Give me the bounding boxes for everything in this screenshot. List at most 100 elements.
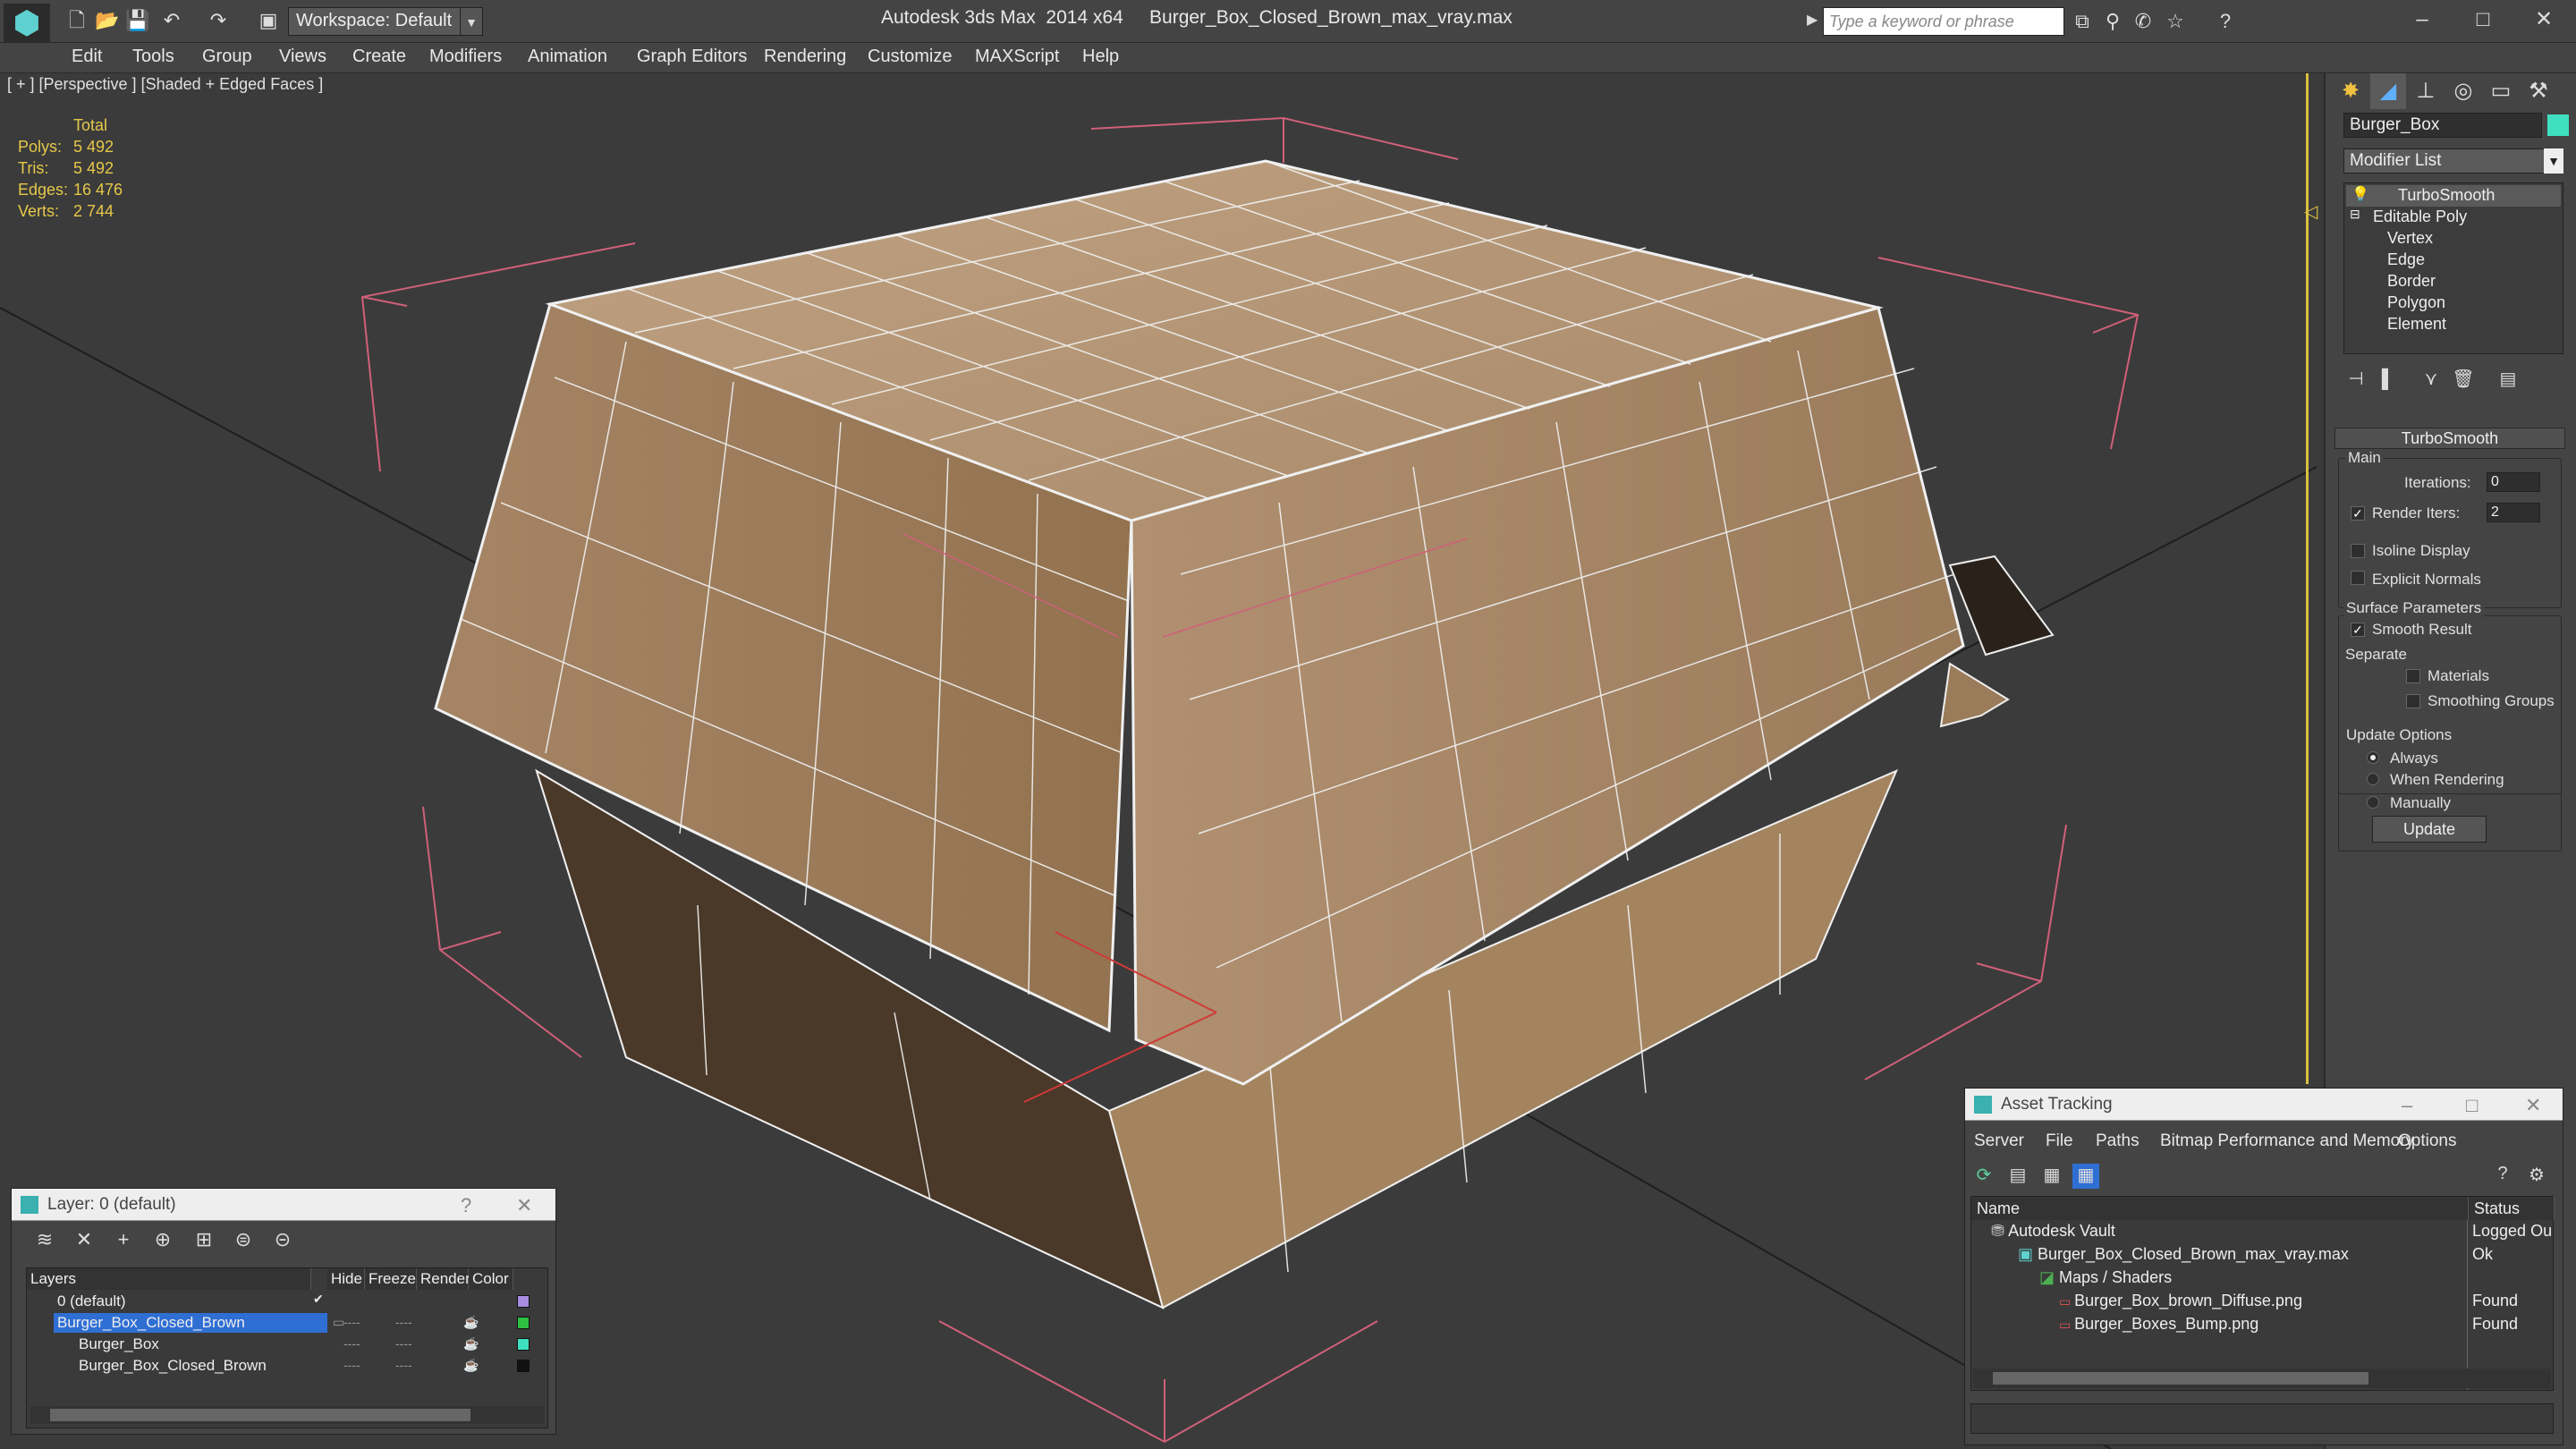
- configure-sets-icon[interactable]: ▤: [2490, 361, 2526, 397]
- viewport-label[interactable]: [ + ] [Perspective ] [Shaded + Edged Fac…: [7, 75, 323, 94]
- smoothing-groups-checkbox[interactable]: [2406, 694, 2420, 708]
- render-column-header[interactable]: Render: [417, 1268, 470, 1290]
- bulb-icon[interactable]: 💡: [2351, 185, 2369, 203]
- save-icon[interactable]: 💾: [125, 9, 150, 32]
- menu-bitmap-performance[interactable]: Bitmap Performance and Memory: [2160, 1131, 2414, 1151]
- refresh-icon[interactable]: ⟳: [1970, 1164, 1997, 1189]
- menu-graph-editors[interactable]: Graph Editors: [637, 47, 747, 67]
- remove-modifier-icon[interactable]: 🗑: [2445, 361, 2481, 397]
- menu-animation[interactable]: Animation: [528, 47, 607, 67]
- render-iters-checkbox[interactable]: ✓: [2351, 506, 2365, 521]
- menu-edit[interactable]: Edit: [72, 47, 102, 67]
- list-view-icon[interactable]: ▤: [2004, 1164, 2031, 1189]
- table-row[interactable]: ▣ Burger_Box_Closed_Brown_max_vray.max: [2018, 1245, 2349, 1267]
- stack-item-editable-poly[interactable]: Editable Poly: [2373, 208, 2467, 226]
- close-icon[interactable]: ✕: [2515, 4, 2572, 36]
- render-teapot-icon[interactable]: ☕: [463, 1358, 479, 1373]
- delete-layer-icon[interactable]: ✕: [71, 1228, 97, 1253]
- render-teapot-icon[interactable]: ☕: [463, 1336, 479, 1352]
- minimize-icon[interactable]: –: [2394, 4, 2451, 36]
- render-teapot-icon[interactable]: ☕: [463, 1315, 479, 1330]
- hide-column-header[interactable]: Hide: [327, 1268, 365, 1290]
- stack-subobject-edge[interactable]: Edge: [2387, 250, 2425, 269]
- layer-name[interactable]: 0 (default): [54, 1292, 130, 1311]
- layer-row[interactable]: 0 (default) ✔: [27, 1292, 547, 1313]
- when-rendering-radio[interactable]: [2367, 773, 2379, 785]
- hide-toggle[interactable]: ----: [343, 1358, 360, 1372]
- modifier-stack[interactable]: 💡 TurboSmooth ⊟ Editable Poly Vertex Edg…: [2343, 182, 2563, 354]
- render-iters-spinner[interactable]: 2: [2487, 503, 2540, 522]
- layers-icon[interactable]: ≋: [31, 1228, 58, 1253]
- object-name[interactable]: Burger_Box: [75, 1335, 163, 1354]
- object-name[interactable]: Burger_Box_Closed_Brown: [75, 1356, 270, 1376]
- search-input[interactable]: Type a keyword or phrase: [1823, 7, 2064, 36]
- table-row[interactable]: ▭ Burger_Boxes_Bump.png: [2059, 1315, 2258, 1336]
- freeze-column-header[interactable]: Freeze: [365, 1268, 417, 1290]
- asset-window-title[interactable]: Asset Tracking – □ ✕: [1965, 1089, 2563, 1121]
- menu-file[interactable]: File: [2046, 1131, 2073, 1151]
- table-row[interactable]: ⛃ Autodesk Vault: [1991, 1222, 2115, 1243]
- hide-all-layers-icon[interactable]: ⊝: [269, 1228, 296, 1253]
- collapse-minus-icon[interactable]: ⊟: [2350, 207, 2360, 222]
- layer-color-swatch[interactable]: [517, 1295, 530, 1308]
- motion-tab-icon[interactable]: ◎: [2445, 73, 2481, 109]
- scrollbar-thumb[interactable]: [50, 1409, 470, 1421]
- object-name-field[interactable]: Burger_Box: [2343, 113, 2542, 138]
- layer-window-title[interactable]: Layer: 0 (default) ? ✕: [12, 1189, 555, 1221]
- select-in-layer-icon[interactable]: ⊞: [191, 1228, 217, 1253]
- workspace-dropdown[interactable]: Workspace: Default: [288, 7, 483, 36]
- update-button[interactable]: Update: [2372, 816, 2487, 843]
- stack-subobject-border[interactable]: Border: [2387, 272, 2436, 291]
- layer-name[interactable]: Burger_Box_Closed_Brown: [54, 1313, 327, 1333]
- binoculars-icon[interactable]: ⧉: [2070, 9, 2095, 34]
- chevron-down-icon[interactable]: ▼: [460, 7, 483, 36]
- menu-create[interactable]: Create: [352, 47, 406, 67]
- minimize-icon[interactable]: –: [2402, 1094, 2412, 1117]
- new-file-icon[interactable]: 🗋: [64, 9, 89, 32]
- active-layer-check-icon[interactable]: ✔: [313, 1292, 324, 1307]
- iterations-spinner[interactable]: 0: [2487, 472, 2540, 492]
- pin-stack-icon[interactable]: ⊣: [2338, 361, 2374, 397]
- close-icon[interactable]: ✕: [2525, 1094, 2541, 1117]
- scrollbar-thumb[interactable]: [1993, 1372, 2368, 1385]
- show-end-result-icon[interactable]: ▌: [2370, 361, 2406, 397]
- add-to-layer-icon[interactable]: ⊕: [149, 1228, 176, 1253]
- freeze-toggle[interactable]: ----: [395, 1336, 412, 1351]
- status-column-header[interactable]: Status: [2469, 1197, 2555, 1220]
- layer-row[interactable]: Burger_Box_Closed_Brown ---- ---- ☕: [27, 1356, 547, 1377]
- isoline-display-checkbox[interactable]: [2351, 544, 2365, 558]
- layer-row[interactable]: Burger_Box ---- ---- ☕: [27, 1335, 547, 1356]
- freeze-toggle[interactable]: ----: [395, 1315, 412, 1329]
- undo-icon[interactable]: ↶: [159, 9, 184, 32]
- object-color-swatch[interactable]: [2547, 114, 2569, 136]
- color-column-header[interactable]: Color: [469, 1268, 513, 1290]
- menu-group[interactable]: Group: [202, 47, 252, 67]
- modifier-list-dropdown[interactable]: Modifier List: [2343, 148, 2562, 174]
- turbosmooth-rollout-title[interactable]: TurboSmooth: [2334, 428, 2565, 449]
- menu-tools[interactable]: Tools: [132, 47, 174, 67]
- highlight-layer-icon[interactable]: ⊜: [230, 1228, 257, 1253]
- make-unique-icon[interactable]: ⋎: [2413, 361, 2449, 397]
- detail-view-icon[interactable]: ▦: [2038, 1164, 2065, 1189]
- project-folder-icon[interactable]: ▣: [256, 9, 281, 32]
- hide-toggle[interactable]: ----: [343, 1336, 360, 1351]
- menu-server[interactable]: Server: [1974, 1131, 2024, 1151]
- subscription-icon[interactable]: ⚲: [2100, 9, 2125, 34]
- smooth-result-checkbox[interactable]: ✓: [2351, 623, 2365, 637]
- chevron-down-icon[interactable]: ▼: [2544, 148, 2563, 174]
- communication-icon[interactable]: ✆: [2131, 9, 2156, 34]
- name-column-header[interactable]: Name: [1971, 1197, 2469, 1220]
- help-icon[interactable]: ?: [461, 1194, 471, 1217]
- menu-rendering[interactable]: Rendering: [764, 47, 846, 67]
- layers-column-header[interactable]: Layers: [27, 1268, 311, 1290]
- horizontal-scrollbar[interactable]: [1973, 1368, 2551, 1388]
- menu-options[interactable]: Options: [2398, 1131, 2456, 1151]
- stack-item-turbosmooth[interactable]: TurboSmooth: [2398, 186, 2495, 205]
- layer-color-swatch[interactable]: [517, 1317, 530, 1329]
- layer-row[interactable]: Burger_Box_Closed_Brown ▭ ---- ---- ☕: [27, 1313, 547, 1335]
- hide-toggle[interactable]: ----: [343, 1315, 360, 1329]
- table-row[interactable]: ▭ Burger_Box_brown_Diffuse.png: [2059, 1292, 2302, 1313]
- stack-subobject-vertex[interactable]: Vertex: [2387, 229, 2433, 248]
- stack-subobject-element[interactable]: Element: [2387, 315, 2446, 334]
- maximize-icon[interactable]: □: [2454, 4, 2512, 36]
